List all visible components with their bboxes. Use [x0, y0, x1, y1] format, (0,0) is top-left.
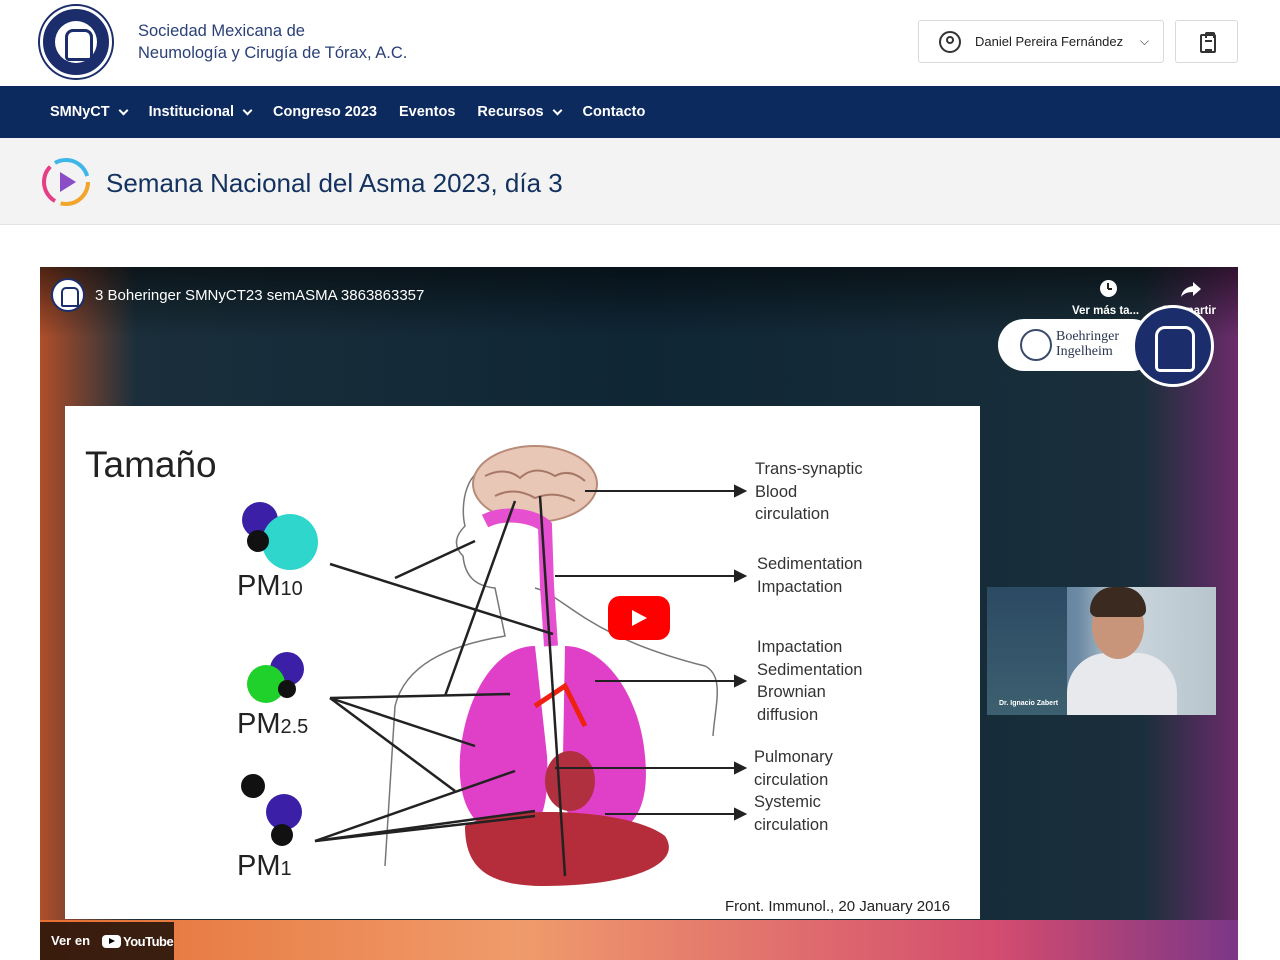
background-lungs-graphic	[987, 587, 1067, 715]
speaker-video-inset: Dr. Ignacio Zabert	[987, 587, 1216, 715]
effect-line: Systemic	[754, 793, 821, 811]
nav-item-label: Recursos	[477, 104, 544, 120]
effect-line: Brownian	[757, 683, 826, 701]
chevron-down-icon: ⌵	[1139, 34, 1149, 48]
effect-line: circulation	[754, 770, 829, 789]
nav-item-label: Institucional	[148, 104, 235, 120]
effect-line: diffusion	[757, 705, 819, 724]
user-name: Daniel Pereira Fernández	[975, 34, 1124, 49]
slide-citation: Front. Immunol., 20 January 2016	[725, 898, 951, 915]
presentation-slide: Tamaño PM10 PM2.5 PM1 Trans-synaptic Blo…	[65, 406, 980, 919]
effect-line: Impactation	[757, 638, 843, 656]
clock-icon[interactable]	[1100, 280, 1117, 297]
page-title: Semana Nacional del Asma 2023, día 3	[106, 168, 563, 198]
effect-line: circulation	[754, 815, 829, 834]
nav-item-label: SMNyCT	[50, 104, 110, 120]
main-nav: SMNyCT Institucional Congreso 2023 Event…	[0, 86, 1280, 138]
user-menu-button[interactable]: Daniel Pereira Fernández ⌵	[918, 20, 1164, 63]
effect-list-1: Trans-synaptic Blood circulation	[755, 458, 863, 526]
youtube-label: YouTube	[123, 934, 174, 949]
sponsor-line1: Boehringer	[1056, 329, 1119, 344]
effect-list-2: Sedimentation Impactation	[757, 553, 863, 598]
share-icon[interactable]	[1180, 280, 1202, 298]
nav-item-recursos[interactable]: Recursos	[477, 104, 562, 120]
nav-item-smnyct[interactable]: SMNyCT	[50, 104, 129, 120]
site-header: Sociedad Mexicana de Neumología y Cirugí…	[0, 0, 1280, 86]
video-title[interactable]: 3 Boheringer SMNyCT23 semASMA 3863863357	[95, 287, 424, 304]
video-player[interactable]: 3 Boheringer SMNyCT23 semASMA 3863863357…	[40, 267, 1238, 960]
nav-item-eventos[interactable]: Eventos	[399, 104, 455, 120]
speaker-caption: Dr. Ignacio Zabert	[999, 700, 1059, 707]
org-name-line1: Sociedad Mexicana de	[138, 22, 305, 40]
sponsor-name: Boehringer Ingelheim	[1056, 329, 1119, 359]
speaker-hair	[1090, 587, 1146, 617]
watch-on-youtube-button[interactable]: Ver en YouTube	[40, 922, 174, 960]
nav-item-institucional[interactable]: Institucional	[148, 104, 253, 120]
video-play-icon	[42, 158, 90, 206]
watch-later-label[interactable]: Ver más ta...	[1072, 305, 1139, 317]
boehringer-logo-icon	[1020, 329, 1052, 361]
clipboard-icon	[1200, 32, 1216, 53]
org-name-line2: Neumología y Cirugía de Tórax, A.C.	[138, 44, 408, 62]
effect-line: Blood	[755, 482, 798, 501]
youtube-icon	[102, 935, 121, 948]
user-icon	[939, 30, 961, 53]
nav-item-label: Eventos	[399, 104, 456, 120]
chevron-down-icon	[552, 105, 562, 115]
chevron-down-icon	[118, 105, 129, 115]
effect-line: Sedimentation	[757, 555, 863, 573]
nav-item-congreso[interactable]: Congreso 2023	[273, 104, 377, 120]
nav-item-contacto[interactable]: Contacto	[583, 104, 646, 120]
play-button[interactable]	[608, 596, 670, 640]
video-bottom-bar	[40, 920, 1238, 960]
effect-line: circulation	[755, 505, 830, 523]
org-name[interactable]: Sociedad Mexicana de Neumología y Cirugí…	[138, 20, 407, 64]
speaker-body	[1067, 653, 1177, 715]
smnyct-logo[interactable]	[40, 6, 112, 78]
effect-line: Trans-synaptic	[755, 460, 863, 478]
nav-item-label: Congreso 2023	[273, 104, 377, 120]
effect-list-4: Pulmonary circulation Systemic circulati…	[754, 746, 833, 836]
nav-item-label: Contacto	[582, 104, 646, 120]
effect-list-3: Impactation Sedimentation Brownian diffu…	[757, 636, 863, 726]
effect-line: Sedimentation	[757, 660, 863, 679]
sponsor-line2: Ingelheim	[1056, 344, 1113, 359]
chevron-down-icon	[242, 105, 253, 115]
effect-line: Pulmonary	[754, 748, 833, 766]
channel-avatar[interactable]	[51, 278, 85, 312]
smnyct-seal	[1132, 305, 1214, 387]
clipboard-button[interactable]	[1175, 20, 1238, 63]
effect-line: Impactation	[757, 577, 843, 596]
watch-on-label: Ver en	[51, 933, 91, 948]
